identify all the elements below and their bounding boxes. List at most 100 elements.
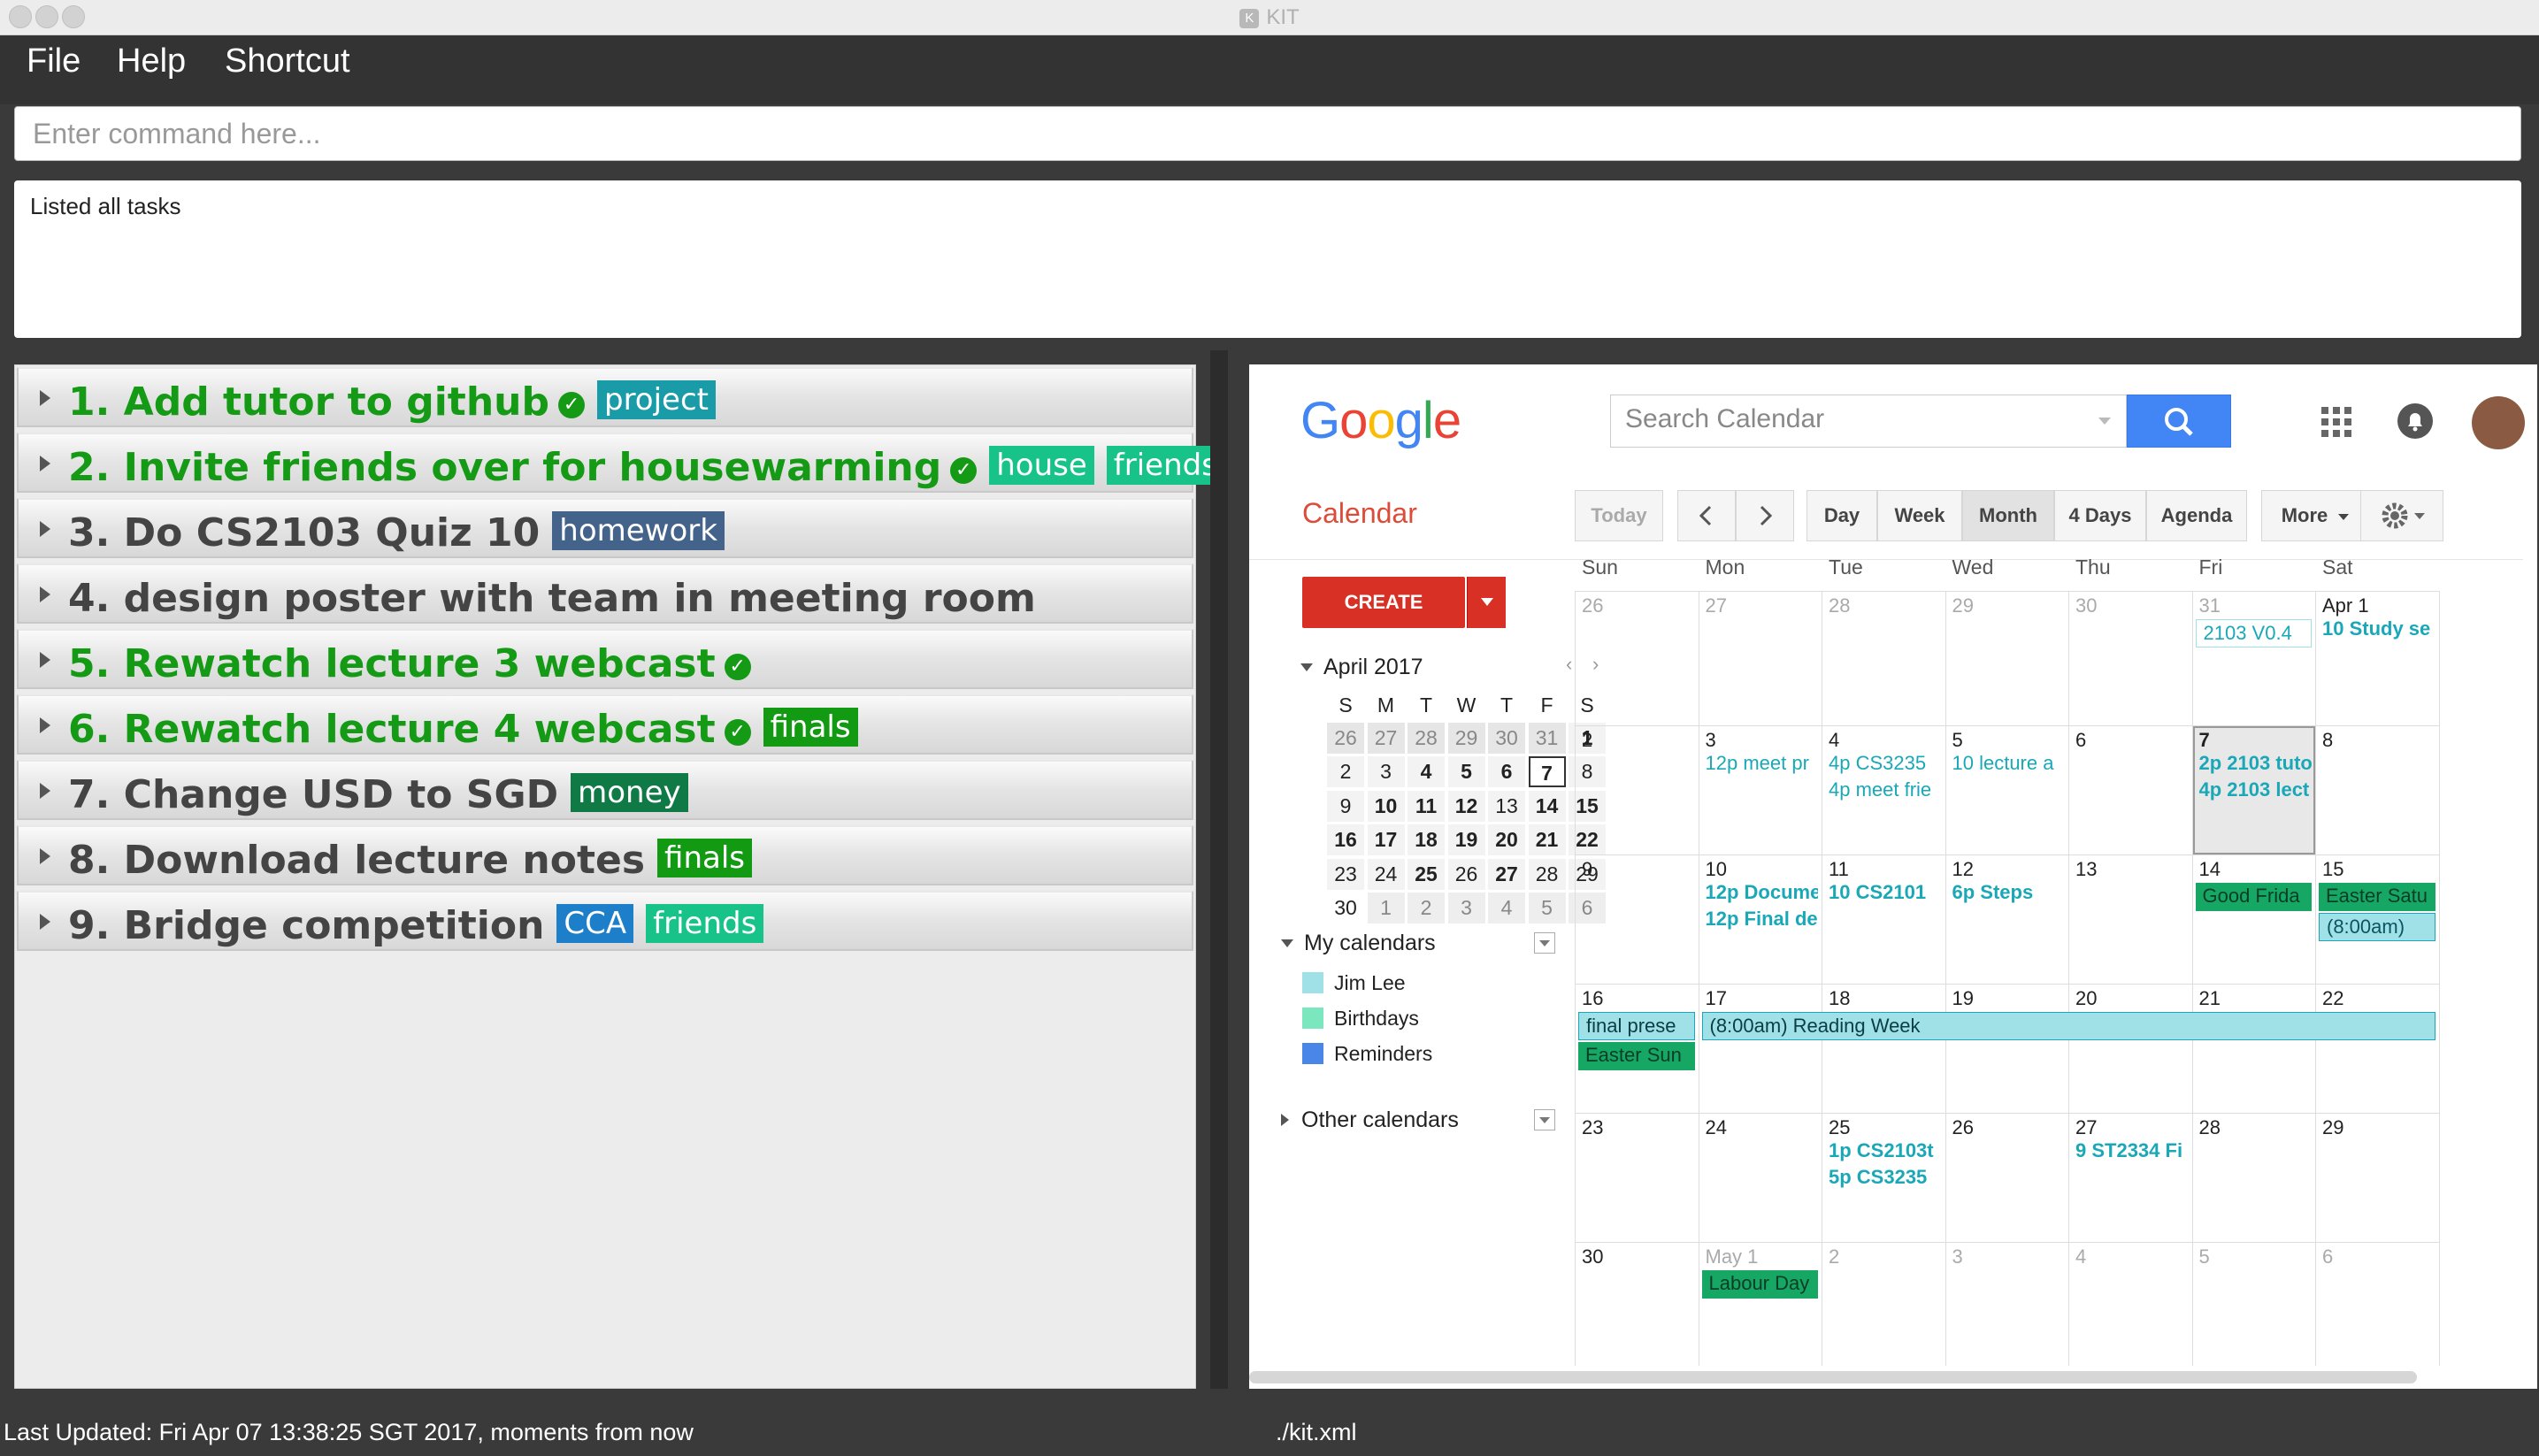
menu-file[interactable]: File bbox=[27, 42, 81, 80]
mini-day[interactable]: 4 bbox=[1488, 893, 1525, 923]
today-button[interactable]: Today bbox=[1575, 490, 1663, 541]
notifications-icon[interactable] bbox=[2397, 403, 2433, 439]
calendar-search-input[interactable]: Search Calendar bbox=[1610, 395, 2127, 448]
event-chip[interactable]: 10 Study se bbox=[2322, 617, 2435, 640]
day-number[interactable]: 18 bbox=[1829, 987, 1850, 1010]
day-number[interactable]: 23 bbox=[1582, 1116, 1603, 1139]
mini-day[interactable]: 14 bbox=[1528, 790, 1566, 822]
expand-arrow-icon[interactable] bbox=[40, 717, 50, 733]
mini-day[interactable]: 24 bbox=[1367, 858, 1405, 890]
settings-button[interactable] bbox=[2360, 490, 2443, 541]
event-chip[interactable]: 12p Final de bbox=[1706, 908, 1819, 931]
expand-arrow-icon[interactable] bbox=[40, 652, 50, 668]
task-item[interactable]: 8. Download lecture notes finals bbox=[17, 825, 1193, 885]
view-agenda-button[interactable]: Agenda bbox=[2146, 490, 2247, 541]
day-number[interactable]: 15 bbox=[2322, 858, 2343, 881]
expand-arrow-icon[interactable] bbox=[40, 914, 50, 930]
day-number[interactable]: Apr 1 bbox=[2322, 594, 2369, 617]
calendar-list-item[interactable]: Reminders bbox=[1302, 1042, 1432, 1066]
event-bar[interactable]: Easter Sun bbox=[1578, 1042, 1695, 1070]
day-number[interactable]: 10 bbox=[1706, 858, 1727, 881]
day-number[interactable]: 21 bbox=[2199, 987, 2221, 1010]
event-bar[interactable]: 2103 V0.4 bbox=[2195, 619, 2312, 648]
day-number[interactable]: 4 bbox=[2075, 1245, 2086, 1268]
mini-day[interactable]: 13 bbox=[1488, 790, 1525, 822]
day-number[interactable]: 28 bbox=[2199, 1116, 2221, 1139]
event-chip[interactable]: 4p 2103 lect bbox=[2199, 778, 2313, 801]
task-item[interactable]: 6. Rewatch lecture 4 webcast ✓ finals bbox=[17, 694, 1193, 755]
mini-day[interactable]: 31 bbox=[1528, 722, 1566, 754]
event-chip[interactable]: 2p 2103 tuto bbox=[2199, 752, 2313, 775]
mini-day[interactable]: 4 bbox=[1408, 756, 1445, 787]
day-number[interactable]: 7 bbox=[2199, 729, 2210, 752]
other-calendars-header[interactable]: Other calendars bbox=[1281, 1107, 1459, 1133]
day-number[interactable]: 9 bbox=[1582, 858, 1592, 881]
create-options-button[interactable] bbox=[1467, 577, 1506, 628]
mini-day[interactable]: 28 bbox=[1528, 858, 1566, 890]
calendar-list-item[interactable]: Jim Lee bbox=[1302, 971, 1406, 995]
day-number[interactable]: 29 bbox=[2322, 1116, 2343, 1139]
mini-day[interactable]: 17 bbox=[1367, 824, 1405, 855]
collapse-icon[interactable] bbox=[1300, 663, 1313, 671]
mini-day[interactable]: 29 bbox=[1447, 722, 1485, 754]
mini-day[interactable]: 21 bbox=[1528, 824, 1566, 855]
view-week-button[interactable]: Week bbox=[1877, 490, 1962, 541]
menu-shortcut[interactable]: Shortcut bbox=[225, 42, 350, 80]
day-number[interactable]: 26 bbox=[1582, 594, 1603, 617]
expand-arrow-icon[interactable] bbox=[40, 848, 50, 864]
next-button[interactable] bbox=[1736, 490, 1794, 541]
day-number[interactable]: 2 bbox=[1829, 1245, 1839, 1268]
day-number[interactable]: 3 bbox=[1706, 729, 1716, 752]
view-4days-button[interactable]: 4 Days bbox=[2054, 490, 2146, 541]
mini-day[interactable]: 18 bbox=[1408, 824, 1445, 855]
event-chip[interactable]: 10 CS2101 bbox=[1829, 881, 1942, 904]
more-button[interactable]: More bbox=[2261, 490, 2362, 541]
event-bar[interactable]: (8:00am) Reading Week bbox=[1701, 1012, 2435, 1040]
task-item[interactable]: 5. Rewatch lecture 3 webcast ✓ bbox=[17, 629, 1193, 689]
event-chip[interactable]: 5p CS3235 bbox=[1829, 1166, 1942, 1189]
task-item[interactable]: 7. Change USD to SGD money bbox=[17, 760, 1193, 820]
day-number[interactable]: 4 bbox=[1829, 729, 1839, 752]
event-chip[interactable]: 4p meet frie bbox=[1829, 778, 1942, 801]
day-number[interactable]: 22 bbox=[2322, 987, 2343, 1010]
day-number[interactable]: 6 bbox=[2322, 1245, 2333, 1268]
task-item[interactable]: 1. Add tutor to github ✓ project bbox=[17, 367, 1193, 427]
day-number[interactable]: May 1 bbox=[1706, 1245, 1759, 1268]
day-number[interactable]: 31 bbox=[2199, 594, 2221, 617]
day-number[interactable]: 19 bbox=[1952, 987, 1974, 1010]
event-bar[interactable]: Easter Satu bbox=[2319, 883, 2435, 911]
day-number[interactable]: 25 bbox=[1829, 1116, 1850, 1139]
search-button[interactable] bbox=[2127, 395, 2231, 448]
day-number[interactable]: 27 bbox=[1706, 594, 1727, 617]
event-chip[interactable]: 4p CS3235 bbox=[1829, 752, 1942, 775]
mini-day[interactable]: 16 bbox=[1327, 824, 1364, 855]
mini-day[interactable]: 27 bbox=[1367, 722, 1405, 754]
event-bar[interactable]: Labour Day bbox=[1701, 1270, 1818, 1299]
split-divider[interactable] bbox=[1210, 350, 1228, 1389]
mini-day[interactable]: 30 bbox=[1327, 893, 1364, 923]
event-chip[interactable]: 10 lecture a bbox=[1952, 752, 2066, 775]
day-number[interactable]: 30 bbox=[1582, 1245, 1603, 1268]
task-item[interactable]: 2. Invite friends over for housewarming ✓… bbox=[17, 433, 1224, 493]
mini-day[interactable]: 10 bbox=[1367, 790, 1405, 822]
day-number[interactable]: 26 bbox=[1952, 1116, 1974, 1139]
expand-arrow-icon[interactable] bbox=[40, 521, 50, 537]
day-number[interactable]: 14 bbox=[2199, 858, 2221, 881]
task-item[interactable]: 4. design poster with team in meeting ro… bbox=[17, 563, 1193, 624]
mini-day[interactable]: 26 bbox=[1327, 722, 1364, 754]
day-number[interactable]: 20 bbox=[2075, 987, 2097, 1010]
view-month-button[interactable]: Month bbox=[1962, 490, 2054, 541]
day-number[interactable]: 30 bbox=[2075, 594, 2097, 617]
mini-day[interactable]: 28 bbox=[1408, 722, 1445, 754]
avatar[interactable] bbox=[2472, 396, 2525, 449]
event-bar[interactable]: (8:00am) bbox=[2319, 913, 2435, 941]
day-number[interactable]: 5 bbox=[2199, 1245, 2210, 1268]
expand-arrow-icon[interactable] bbox=[40, 390, 50, 406]
mini-day[interactable]: 2 bbox=[1327, 756, 1364, 787]
mini-day[interactable]: 27 bbox=[1488, 858, 1525, 890]
mini-day[interactable]: 12 bbox=[1447, 790, 1485, 822]
event-chip[interactable]: 1p CS2103t bbox=[1829, 1139, 1942, 1162]
day-number[interactable]: 3 bbox=[1952, 1245, 1963, 1268]
event-chip[interactable]: 12p Docume bbox=[1706, 881, 1819, 904]
menu-help[interactable]: Help bbox=[117, 42, 186, 80]
